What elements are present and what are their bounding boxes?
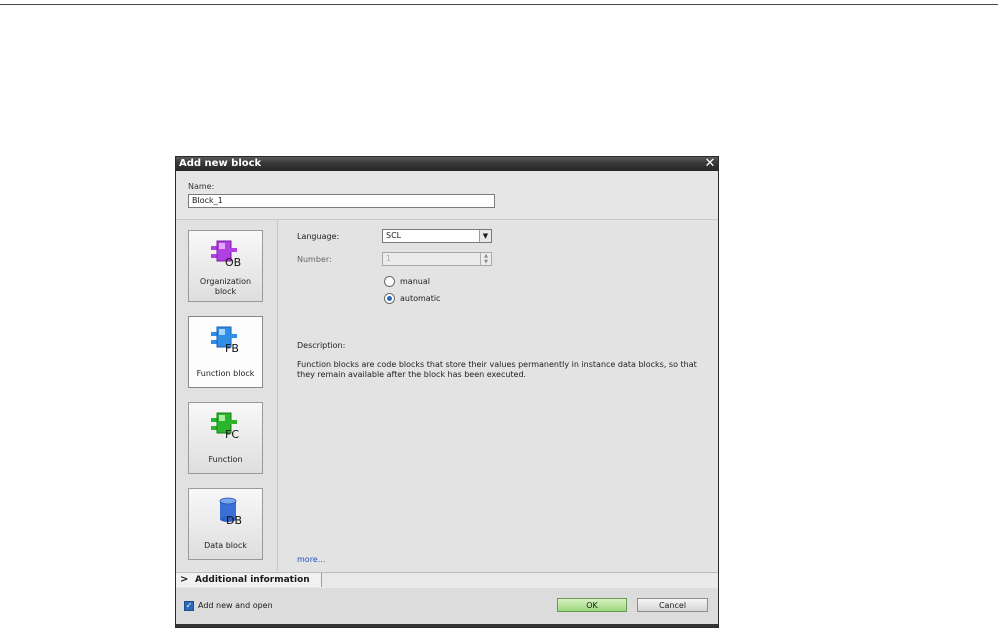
block-settings-panel [278,220,718,571]
ob-icon: OB [211,240,241,267]
data-block-label: Data block [204,541,247,550]
svg-text:FC: FC [225,428,239,439]
page-top-rule [0,4,998,5]
svg-text:FB: FB [225,342,239,353]
cancel-button[interactable]: Cancel [637,598,708,612]
number-stepper: 1 ▲ ▼ [382,252,492,266]
function-label: Function [208,455,243,464]
chevron-down-icon[interactable]: ▼ [479,230,491,242]
manual-radio[interactable] [384,276,395,287]
fc-icon: FC [211,412,239,439]
description-label: Description: [297,341,346,350]
add-new-and-open-label: Add new and open [198,601,273,610]
additional-information-label: Additional information [195,575,310,585]
dialog-title: Add new block [179,158,262,169]
svg-text:OB: OB [225,256,241,267]
number-value: 1 [386,254,392,263]
fb-icon: FB [211,326,239,353]
chevron-right-icon[interactable]: > [180,573,188,587]
more-link[interactable]: more... [297,555,325,564]
manual-radio-label: manual [400,277,430,286]
dialog-bottom-edge [176,624,718,627]
language-label: Language: [297,232,340,241]
function-block-label: Function block [196,369,255,378]
organization-block-label: Organization block [199,277,252,296]
svg-text:DB: DB [226,514,242,525]
automatic-radio[interactable] [384,293,395,304]
number-label: Number: [297,255,332,264]
additional-information-bar[interactable]: > Additional information [176,572,718,589]
additional-information-tab[interactable]: > Additional information [176,573,322,587]
organization-block-button[interactable]: OB Organization block [188,230,263,302]
function-block-button[interactable]: FB Function block [188,316,263,388]
language-value: SCL [386,231,402,240]
name-input[interactable]: Block_1 [188,194,495,208]
close-icon[interactable]: ✕ [703,157,717,171]
data-block-button[interactable]: DB Data block [188,488,263,560]
function-button[interactable]: FC Function [188,402,263,474]
db-icon: DB [219,497,242,525]
block-type-panel: OB Organization block FB Function block [176,220,278,571]
add-new-block-dialog: Add new block ✕ Name: Block_1 OB Organiz… [175,156,719,628]
name-label: Name: [188,182,215,191]
spinner-icon: ▲ ▼ [480,253,491,265]
ok-button[interactable]: OK [557,598,627,612]
automatic-radio-label: automatic [400,294,441,303]
language-select[interactable]: SCL ▼ [382,229,492,243]
add-new-and-open-checkbox[interactable]: ✓ [184,601,194,611]
description-text: Function blocks are code blocks that sto… [297,360,697,379]
radio-selected-dot [387,296,392,301]
name-section: Name: Block_1 [176,171,718,220]
dialog-titlebar: Add new block ✕ [176,157,718,171]
dialog-footer: ✓ Add new and open OK Cancel [176,588,718,624]
